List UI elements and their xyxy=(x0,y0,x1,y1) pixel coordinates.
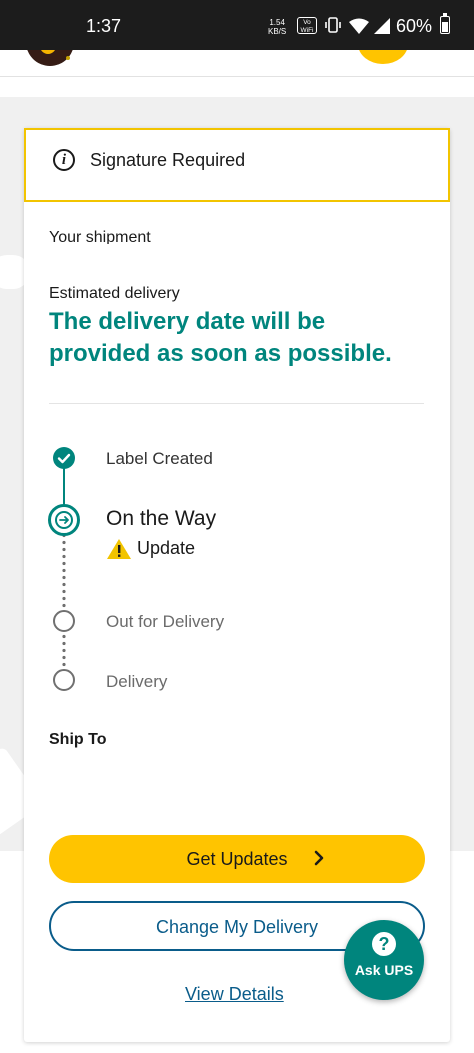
progress-line-pending xyxy=(62,633,66,671)
vowifi-icon: Vo WiFi xyxy=(297,17,317,34)
network-rate-unit: KB/S xyxy=(268,27,287,36)
step-label-created: Label Created xyxy=(106,449,213,468)
get-updates-button[interactable]: Get Updates xyxy=(49,835,425,883)
battery-percent: 60% xyxy=(396,16,433,36)
pending-step-icon xyxy=(53,610,75,632)
step-out-for-delivery: Out for Delivery xyxy=(106,612,225,631)
pending-step-icon xyxy=(53,669,75,691)
progress-line-pending xyxy=(62,532,66,614)
ask-ups-label: Ask UPS xyxy=(354,962,414,978)
divider xyxy=(49,403,424,404)
estimated-delivery-message: The delivery date will be provided as so… xyxy=(49,308,392,367)
help-icon: ? xyxy=(372,932,396,956)
app-header xyxy=(0,50,474,77)
network-rate: 1.54 KB/S xyxy=(268,18,286,36)
checkmark-icon xyxy=(53,447,75,469)
step-delivery: Delivery xyxy=(106,672,168,691)
alert-text: Signature Required xyxy=(90,150,246,170)
ship-to-label: Ship To xyxy=(49,731,107,748)
step-on-the-way: On the Way xyxy=(106,507,217,530)
vibrate-icon xyxy=(325,17,341,33)
progress-line-complete xyxy=(63,465,65,507)
chevron-right-icon xyxy=(314,850,324,866)
estimated-delivery-label: Estimated delivery xyxy=(49,285,180,302)
update-label: Update xyxy=(137,538,196,558)
wifi-icon xyxy=(349,18,369,34)
profile-button[interactable] xyxy=(358,50,408,64)
arrow-right-icon xyxy=(48,504,80,536)
logo-trademark xyxy=(66,56,70,60)
status-bar: 1:37 1.54 KB/S Vo WiFi 60% xyxy=(0,0,474,50)
info-icon: i xyxy=(53,149,75,171)
get-updates-label: Get Updates xyxy=(186,849,288,869)
battery-icon xyxy=(440,13,450,34)
ask-ups-chat-button[interactable]: ? Ask UPS xyxy=(344,920,424,1000)
cell-signal-icon xyxy=(374,18,390,34)
shipment-heading: Your shipment xyxy=(49,229,151,244)
view-details-link[interactable]: View Details xyxy=(185,984,284,1005)
tracking-card: i Signature Required Your shipment Estim… xyxy=(24,128,450,1042)
signature-alert: i Signature Required xyxy=(24,128,450,202)
clock: 1:37 xyxy=(86,16,122,36)
warning-icon xyxy=(107,539,131,559)
network-rate-value: 1.54 xyxy=(269,18,285,27)
